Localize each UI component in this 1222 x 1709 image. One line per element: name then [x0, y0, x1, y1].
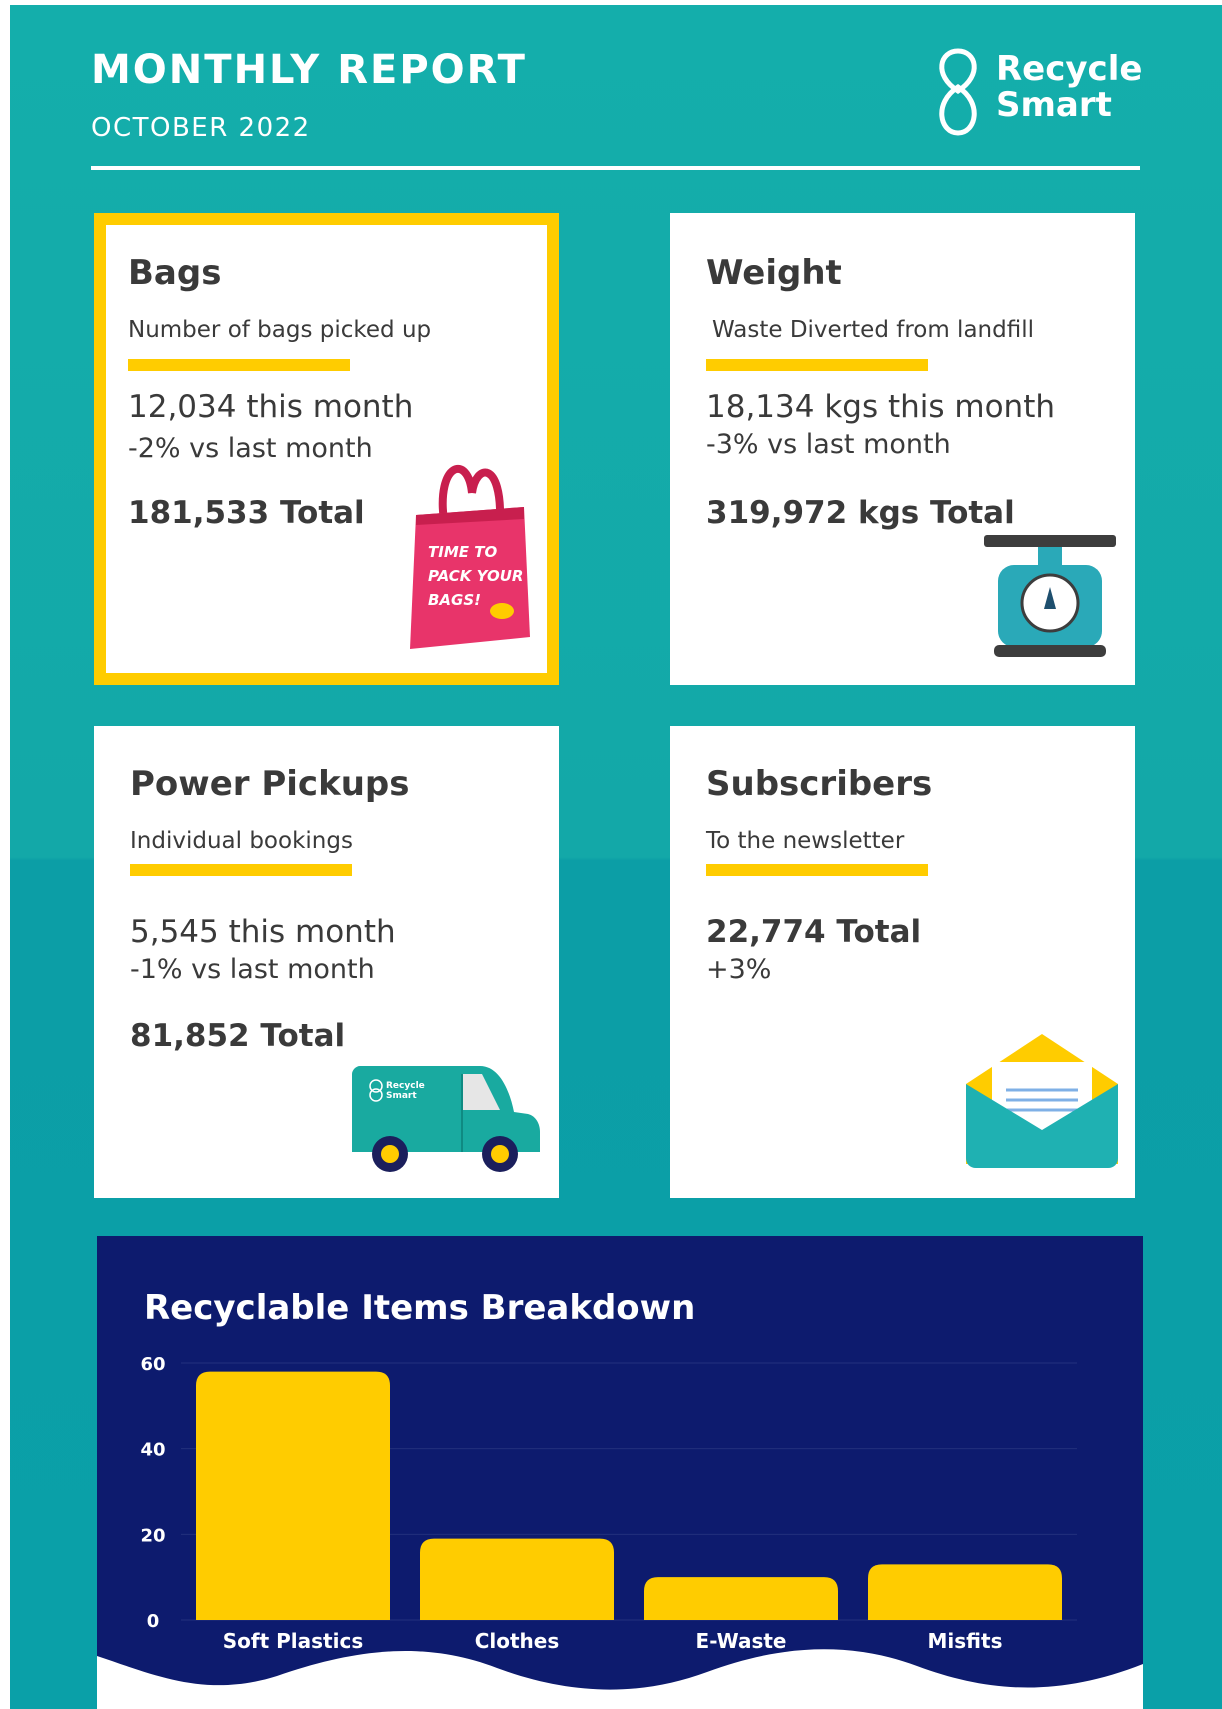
card-subtitle: To the newsletter — [706, 828, 905, 854]
card-subtitle: Individual bookings — [130, 828, 353, 854]
bags-card: Bags Number of bags picked up 12,034 thi… — [94, 213, 559, 685]
wave-decoration — [97, 1649, 1143, 1709]
report-period: OCTOBER 2022 — [91, 113, 311, 143]
y-tick-label: 40 — [140, 1440, 165, 1461]
card-title: Power Pickups — [130, 764, 410, 804]
x-tick-label: Soft Plastics — [223, 1629, 363, 1653]
subscribers-card: Subscribers To the newsletter 22,774 Tot… — [670, 726, 1135, 1198]
card-subtitle: Number of bags picked up — [128, 317, 432, 343]
card-accent-bar — [130, 864, 352, 876]
card-monthly-change: -3% vs last month — [706, 429, 951, 460]
report-page: MONTHLY REPORT OCTOBER 2022 Recycle Smar… — [10, 5, 1222, 1709]
x-tick-label: Misfits — [928, 1629, 1003, 1653]
card-monthly-change: +3% — [706, 954, 772, 985]
card-monthly-stat: 18,134 kgs this month — [706, 389, 1055, 425]
y-tick-label: 0 — [147, 1611, 160, 1632]
weight-card: Weight Waste Diverted from landfill 18,1… — [670, 213, 1135, 685]
van-logo-line-2: Smart — [386, 1091, 417, 1101]
bar — [868, 1564, 1062, 1620]
logo-line-2: Smart — [996, 85, 1112, 125]
card-accent-bar — [128, 359, 350, 371]
card-monthly-change: -1% vs last month — [130, 954, 375, 985]
bag-text-line-3: BAGS! — [428, 591, 481, 609]
logo-mark-icon — [939, 48, 977, 136]
card-title: Bags — [128, 253, 222, 293]
card-total: 319,972 kgs Total — [706, 495, 1015, 531]
bar-chart: 0 20 40 60 Soft Plastics Clothes E-Waste Misfit… — [97, 1354, 1143, 1709]
card-accent-bar — [706, 864, 928, 876]
card-monthly-stat: 5,545 this month — [130, 914, 396, 950]
card-title: Subscribers — [706, 764, 933, 804]
y-tick-label: 20 — [140, 1525, 165, 1546]
card-total: 81,852 Total — [130, 1018, 346, 1054]
y-tick-label: 60 — [140, 1354, 165, 1375]
bag-text-line-2: PACK YOUR — [428, 567, 523, 585]
card-monthly-change: -2% vs last month — [128, 433, 373, 464]
page-title: MONTHLY REPORT — [91, 47, 527, 93]
logo-line-1: Recycle — [996, 49, 1143, 89]
weighing-scale-icon — [984, 535, 1116, 657]
envelope-icon — [966, 1034, 1118, 1168]
card-accent-bar — [706, 359, 928, 371]
card-subtitle: Waste Diverted from landfill — [712, 317, 1034, 343]
card-monthly-stat: 12,034 this month — [128, 389, 414, 425]
bar — [196, 1371, 390, 1620]
recycle-smart-logo: Recycle Smart — [928, 47, 1148, 137]
bag-text-line-1: TIME TO — [428, 543, 497, 561]
bar — [644, 1577, 838, 1620]
header-divider — [91, 166, 1140, 170]
recyclables-chart-panel: Recyclable Items Breakdown 0 20 40 60 Soft P… — [97, 1236, 1143, 1709]
x-tick-label: Clothes — [475, 1629, 560, 1653]
x-tick-label: E-Waste — [696, 1629, 787, 1653]
logo-wordmark: Recycle Smart — [996, 51, 1142, 123]
pickups-card: Power Pickups Individual bookings 5,545 … — [94, 726, 559, 1198]
delivery-van-icon: Recycle Smart — [352, 1066, 540, 1172]
shopping-bag-icon: TIME TO PACK YOUR BAGS! — [410, 464, 530, 649]
van-logo-line-1: Recycle — [386, 1081, 425, 1091]
card-total: 181,533 Total — [128, 495, 365, 531]
card-title: Weight — [706, 253, 842, 293]
card-total: 22,774 Total — [706, 914, 922, 950]
bar — [420, 1538, 614, 1620]
